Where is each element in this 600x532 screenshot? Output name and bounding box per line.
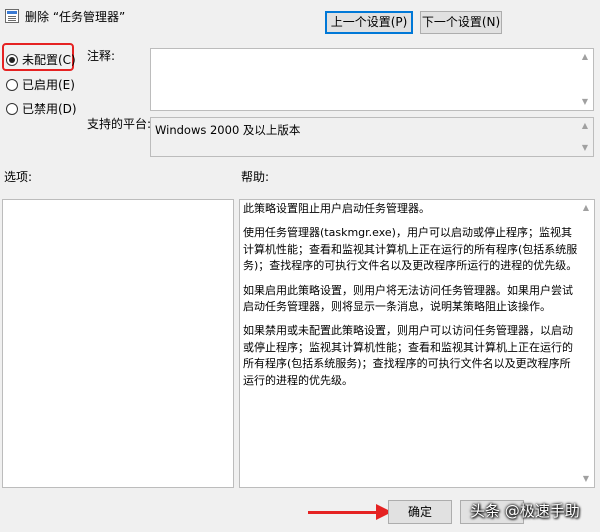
radio-checked-indicator[interactable]	[6, 53, 18, 66]
options-pane[interactable]	[2, 199, 234, 488]
supported-on-label: 支持的平台:	[87, 117, 152, 131]
radio-disabled[interactable]: 已禁用(D)	[6, 100, 77, 117]
scroll-up-icon[interactable]: ▲	[578, 50, 592, 64]
radio-label: 已禁用(D)	[22, 102, 77, 116]
supported-on-scrollbar[interactable]: ▲ ▼	[578, 119, 592, 155]
help-paragraph: 使用任务管理器(taskmgr.exe)，用户可以启动或停止程序；监视其计算机性…	[243, 226, 578, 273]
radio-not-configured[interactable]: 未配置(C)	[6, 51, 76, 68]
radio-label: 未配置(C)	[22, 53, 76, 67]
comment-scrollbar[interactable]: ▲ ▼	[578, 50, 592, 109]
help-paragraph: 此策略设置阻止用户启动任务管理器。	[243, 202, 430, 215]
scroll-down-icon[interactable]: ▼	[578, 95, 592, 109]
policy-setting-icon	[5, 9, 19, 23]
help-scrollbar[interactable]: ▲ ▼	[579, 201, 593, 486]
help-paragraph: 如果启用此策略设置，则用户将无法访问任务管理器。如果用户尝试启动任务管理器，则将…	[243, 283, 573, 314]
supported-on-value: Windows 2000 及以上版本	[155, 123, 301, 137]
help-label: 帮助:	[241, 170, 270, 184]
radio-indicator[interactable]	[6, 78, 18, 91]
comment-textarea[interactable]: ▲ ▼	[150, 48, 594, 111]
radio-enabled[interactable]: 已启用(E)	[6, 76, 75, 93]
options-label: 选项:	[4, 170, 33, 184]
supported-on-box: Windows 2000 及以上版本 ▲ ▼	[150, 117, 594, 157]
help-text: 此策略设置阻止用户启动任务管理器。 使用任务管理器(taskmgr.exe)，用…	[243, 201, 579, 397]
next-setting-button[interactable]: 下一个设置(N)	[420, 11, 502, 34]
previous-setting-button[interactable]: 上一个设置(P)	[325, 11, 413, 34]
help-paragraph: 如果禁用或未配置此策略设置，则用户可以访问任务管理器，以启动或停止程序；监视其计…	[243, 324, 573, 387]
scroll-down-icon[interactable]: ▼	[579, 472, 593, 486]
ok-button[interactable]: 确定	[388, 500, 452, 524]
comment-label: 注释:	[87, 49, 116, 63]
policy-title: 删除 “任务管理器”	[25, 10, 126, 24]
radio-indicator[interactable]	[6, 102, 18, 115]
scroll-up-icon[interactable]: ▲	[578, 119, 592, 133]
scroll-down-icon[interactable]: ▼	[578, 141, 592, 155]
scroll-up-icon[interactable]: ▲	[579, 201, 593, 215]
red-arrow-icon	[308, 511, 382, 514]
radio-label: 已启用(E)	[22, 78, 75, 92]
watermark: 头条 @极速手助	[470, 502, 580, 520]
